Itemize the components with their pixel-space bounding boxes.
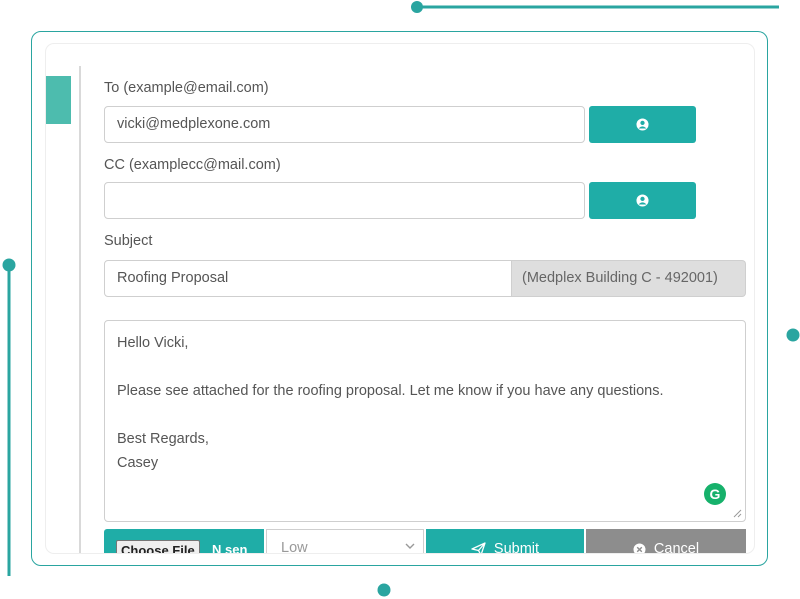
body-line [117,403,733,427]
submit-label: Submit [493,541,540,553]
to-contacts-button[interactable] [589,106,696,143]
grammarly-icon[interactable]: G [704,483,726,505]
subject-reference-addon: (Medplex Building C - 492001) [512,260,746,297]
message-body-textarea[interactable]: Hello Vicki, Please see attached for the… [104,320,746,522]
cc-label: CC (examplecc@mail.com) [104,157,281,173]
divider [79,66,81,553]
chevron-down-icon [405,543,415,549]
user-circle-icon [636,194,649,207]
cc-input[interactable] [104,182,585,219]
submit-button[interactable]: Submit [426,529,584,553]
body-line [117,355,733,379]
cancel-button[interactable]: Cancel [586,529,746,553]
body-line: Casey [117,455,159,471]
resize-handle-icon[interactable] [733,509,742,518]
to-input[interactable]: vicki@medplexone.com [104,106,585,143]
attachment-group: Choose File N sen [104,529,264,553]
priority-select[interactable]: Low [266,529,424,553]
to-label: To (example@email.com) [104,80,269,96]
no-file-chosen-text: N sen [212,542,248,553]
cancel-label: Cancel [653,541,700,553]
user-circle-icon [636,118,649,131]
circle-x-icon [633,543,646,553]
body-line: Please see attached for the roofing prop… [117,383,664,399]
body-line: Hello Vicki, [117,335,189,351]
side-tab[interactable] [46,76,71,124]
paper-plane-icon [471,542,486,553]
choose-file-button[interactable]: Choose File [116,540,200,553]
subject-label: Subject [104,233,153,249]
email-form-card: To (example@email.com) vicki@medplexone.… [46,44,754,553]
cc-contacts-button[interactable] [589,182,696,219]
subject-input[interactable]: Roofing Proposal [104,260,512,297]
body-line: Best Regards, [117,431,209,447]
priority-value: Low [281,540,308,553]
